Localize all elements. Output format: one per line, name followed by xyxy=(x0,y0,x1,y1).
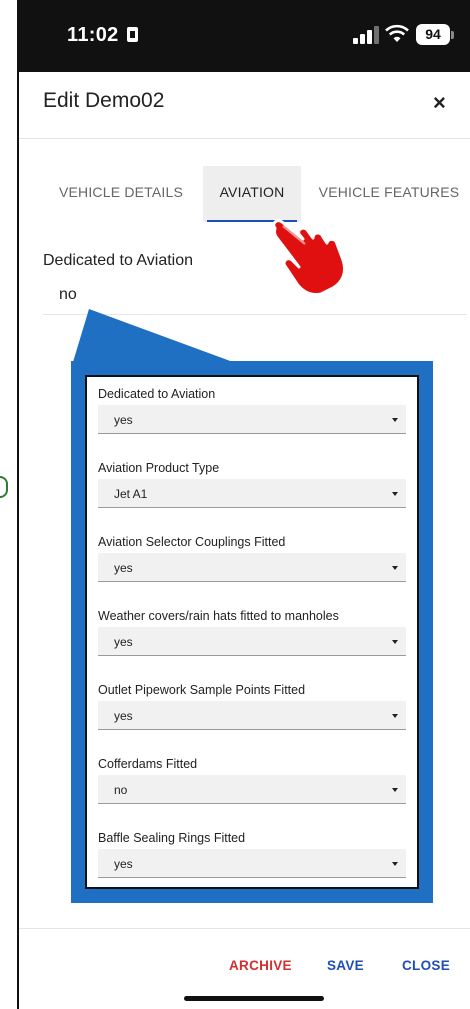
archive-button[interactable]: ARCHIVE xyxy=(229,958,292,973)
baffle-rings-select[interactable]: yes xyxy=(98,849,406,878)
panel-field-product-type: Aviation Product Type Jet A1 xyxy=(98,461,406,521)
signal-icon xyxy=(353,26,379,44)
tab-label: VEHICLE FEATURES xyxy=(318,184,460,200)
tab-label: VEHICLE DETAILS xyxy=(58,184,184,200)
aviation-fields-callout: Dedicated to Aviation yes Aviation Produ… xyxy=(71,361,433,903)
tab-vehicle-features[interactable]: VEHICLE FEATURES xyxy=(309,166,469,222)
select-value: yes xyxy=(114,561,133,575)
status-bar: 11:02 94 xyxy=(19,0,470,72)
panel-field-sample-points: Outlet Pipework Sample Points Fitted yes xyxy=(98,683,406,743)
tab-vehicle-details[interactable]: VEHICLE DETAILS xyxy=(39,166,203,222)
select-value: yes xyxy=(114,709,133,723)
panel-field-cofferdams: Cofferdams Fitted no xyxy=(98,757,406,817)
product-type-select[interactable]: Jet A1 xyxy=(98,479,406,508)
edge-marker xyxy=(0,476,8,498)
select-value: Jet A1 xyxy=(114,487,148,501)
dropdown-arrow-icon xyxy=(392,788,398,792)
dropdown-arrow-icon xyxy=(392,492,398,496)
panel-field-weather-covers: Weather covers/rain hats fitted to manho… xyxy=(98,609,406,669)
panel-field-dedicated: Dedicated to Aviation yes xyxy=(98,387,406,447)
pointing-hand-icon xyxy=(272,219,347,296)
select-label: Dedicated to Aviation xyxy=(98,387,216,401)
select-value: no xyxy=(114,783,128,797)
tab-bar: VEHICLE DETAILS AVIATION VEHICLE FEATURE… xyxy=(19,166,470,222)
cofferdams-select[interactable]: no xyxy=(98,775,406,804)
select-label: Outlet Pipework Sample Points Fitted xyxy=(98,683,306,697)
panel-field-baffle-rings: Baffle Sealing Rings Fitted yes xyxy=(98,831,406,891)
dialog-header: Edit Demo02 × xyxy=(19,72,470,132)
field-value: no xyxy=(59,286,77,303)
status-time: 11:02 xyxy=(67,24,119,46)
tab-label: AVIATION xyxy=(219,184,285,200)
select-label: Weather covers/rain hats fitted to manho… xyxy=(98,609,339,623)
dropdown-arrow-icon xyxy=(392,714,398,718)
page-title: Edit Demo02 xyxy=(43,89,165,112)
select-label: Aviation Selector Couplings Fitted xyxy=(98,535,286,549)
panel-field-selector-couplings: Aviation Selector Couplings Fitted yes xyxy=(98,535,406,595)
field-label: Dedicated to Aviation xyxy=(43,252,194,269)
dropdown-arrow-icon xyxy=(392,862,398,866)
close-button[interactable]: CLOSE xyxy=(402,958,450,973)
header-divider xyxy=(19,138,470,139)
field-divider xyxy=(43,314,467,315)
selector-couplings-select[interactable]: yes xyxy=(98,553,406,582)
sim-icon xyxy=(127,27,138,42)
close-icon[interactable]: × xyxy=(433,90,446,116)
wifi-icon xyxy=(385,24,409,42)
dropdown-arrow-icon xyxy=(392,640,398,644)
select-label: Cofferdams Fitted xyxy=(98,757,198,771)
aviation-fields-panel: Dedicated to Aviation yes Aviation Produ… xyxy=(85,375,419,889)
select-label: Baffle Sealing Rings Fitted xyxy=(98,831,246,845)
select-value: yes xyxy=(114,635,133,649)
select-value: yes xyxy=(114,413,133,427)
weather-covers-select[interactable]: yes xyxy=(98,627,406,656)
sample-points-select[interactable]: yes xyxy=(98,701,406,730)
dedicated-select[interactable]: yes xyxy=(98,405,406,434)
select-label: Aviation Product Type xyxy=(98,461,220,475)
tab-aviation[interactable]: AVIATION xyxy=(203,166,301,222)
home-indicator[interactable] xyxy=(184,996,324,1001)
dropdown-arrow-icon xyxy=(392,418,398,422)
select-value: yes xyxy=(114,857,133,871)
battery-icon: 94 xyxy=(416,24,450,45)
footer-divider xyxy=(19,928,470,929)
save-button[interactable]: SAVE xyxy=(327,958,364,973)
dropdown-arrow-icon xyxy=(392,566,398,570)
battery-tip xyxy=(451,31,454,39)
phone-screen: 11:02 94 Edit Demo02 × VEHICLE DETAILS A… xyxy=(17,0,470,1009)
